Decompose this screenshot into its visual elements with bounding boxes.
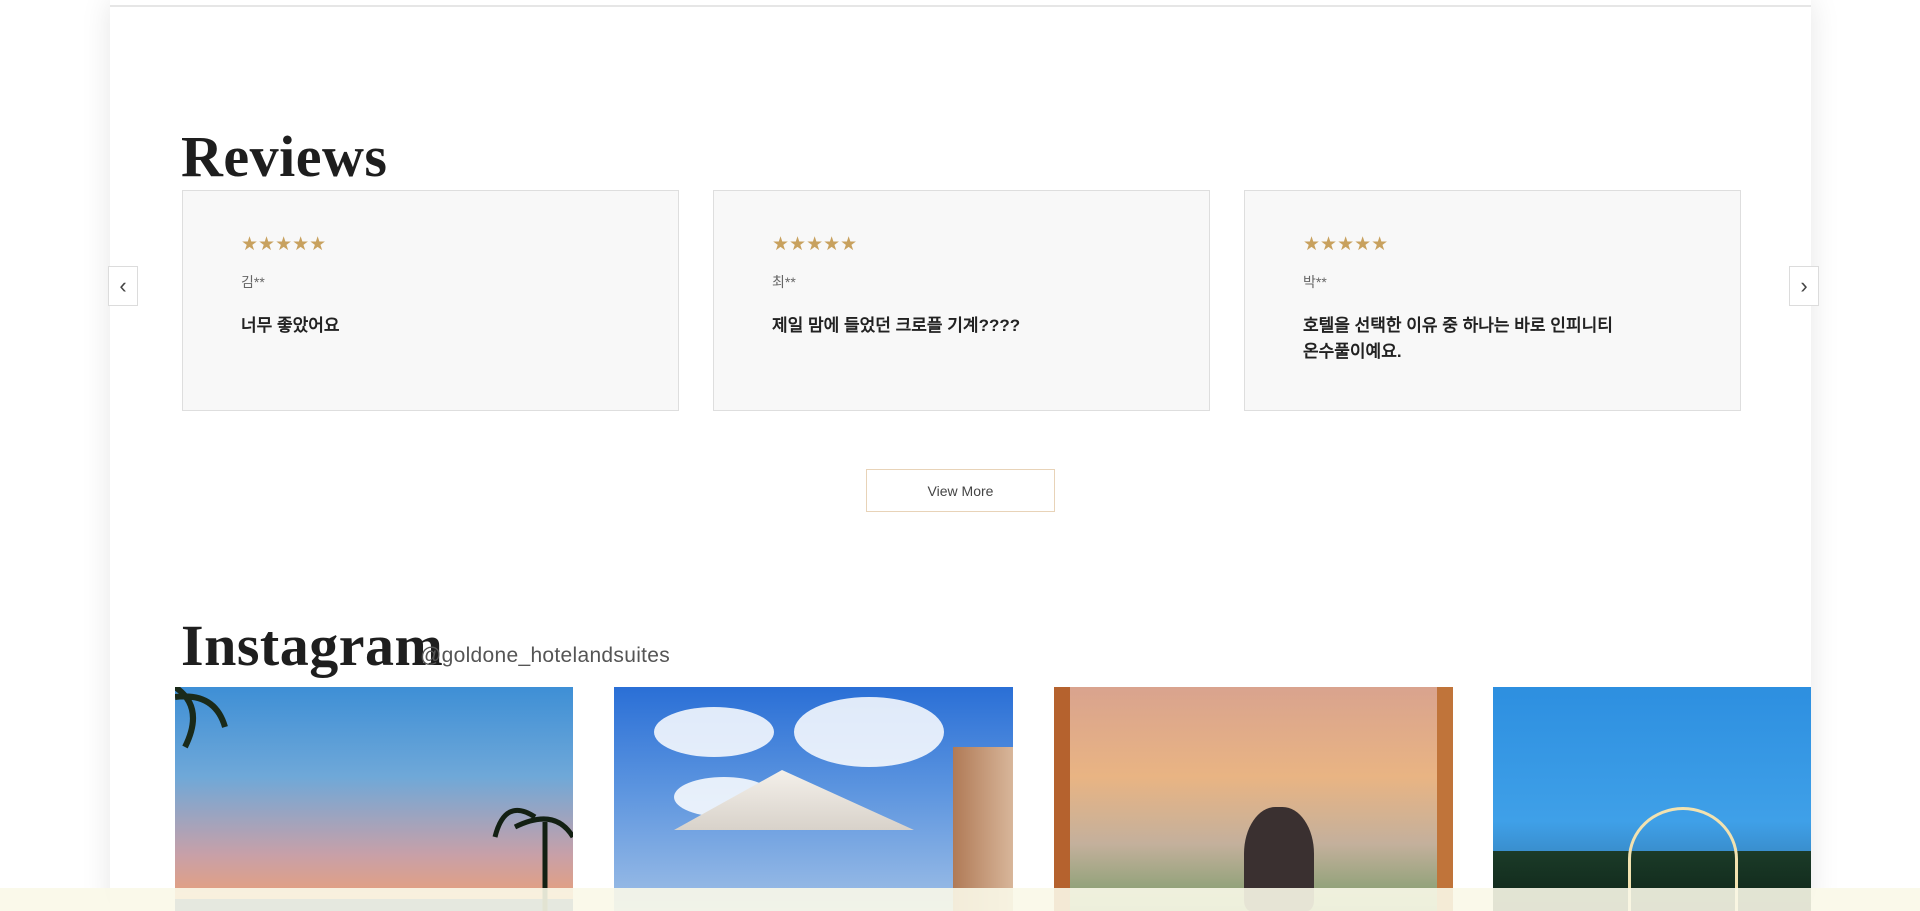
overlay-strip [0,888,1920,911]
reviews-prev-button[interactable]: ‹ [108,266,138,306]
review-card: ★★★★★ 최** 제일 맘에 들었던 크로플 기계???? [713,190,1210,411]
cloud-shape [794,697,944,767]
review-author: 김** [241,274,265,290]
instagram-heading: Instagram [181,613,444,678]
reviews-next-button[interactable]: › [1789,266,1819,306]
instagram-post-sunset-palms[interactable] [175,687,573,911]
top-divider [110,5,1811,7]
review-card: ★★★★★ 김** 너무 좋았어요 [182,190,679,411]
instagram-handle[interactable]: @goldone_hotelandsuites [420,644,670,668]
window-frame-left [1054,687,1070,911]
view-more-button[interactable]: View More [866,469,1055,512]
review-text: 호텔을 선택한 이유 중 하나는 바로 인피니티 온수풀이예요. [1303,316,1613,361]
window-frame-right [1437,687,1453,911]
star-rating: ★★★★★ [241,234,327,255]
chevron-right-icon: › [1800,273,1808,298]
building-shape [953,747,1013,911]
instagram-post-window-view[interactable] [1054,687,1453,911]
review-author: 박** [1303,274,1327,290]
instagram-post-gazebo[interactable] [1493,687,1811,911]
chevron-left-icon: ‹ [119,273,127,298]
reviews-heading: Reviews [181,124,388,189]
cloud-shape [654,707,774,757]
review-text: 제일 맘에 들었던 크로플 기계???? [772,316,1021,335]
review-text: 너무 좋았어요 [241,316,340,335]
star-rating: ★★★★★ [1303,234,1389,255]
palm-tree-icon [175,687,573,911]
instagram-post-umbrella[interactable] [614,687,1013,911]
review-author: 최** [772,274,796,290]
review-card: ★★★★★ 박** 호텔을 선택한 이유 중 하나는 바로 인피니티 온수풀이예… [1244,190,1741,411]
star-rating: ★★★★★ [772,234,858,255]
